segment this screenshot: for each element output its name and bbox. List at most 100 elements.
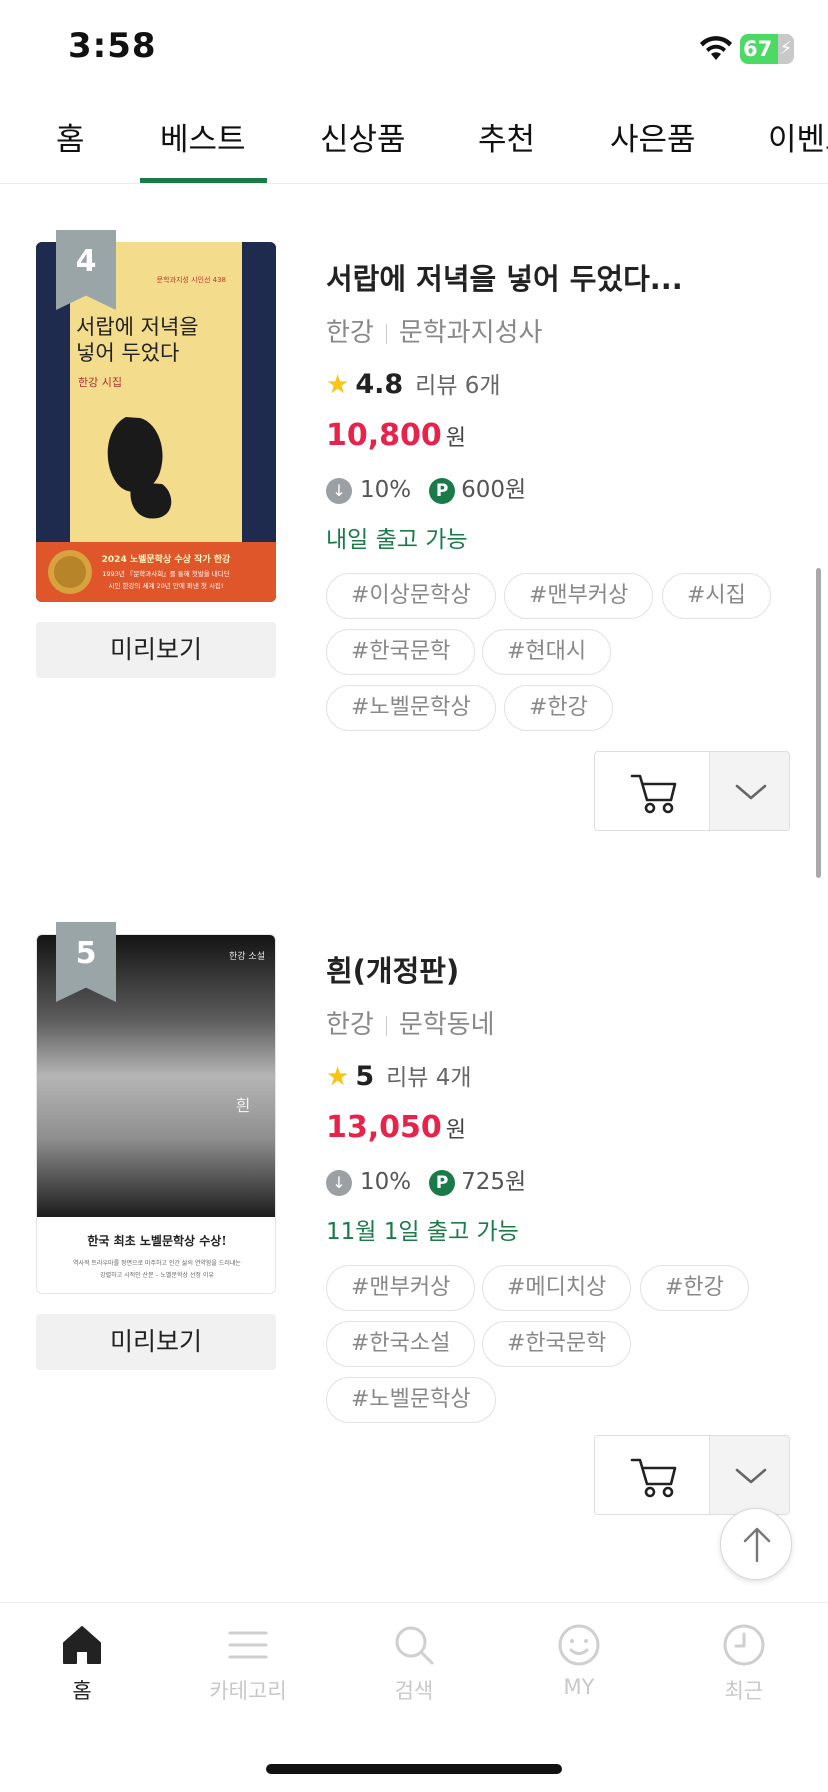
points: 725원 [461, 1169, 527, 1195]
review-count[interactable]: 리뷰 6개 [415, 373, 500, 399]
tag-chip[interactable]: #현대시 [482, 629, 612, 675]
cover-banner-line1: 1993년 『문학과사회』를 통해 첫발을 내디딘 [102, 569, 230, 578]
divider [385, 1015, 387, 1036]
rating-row: ★ 5 리뷰 4개 [326, 1058, 472, 1092]
tag-chip[interactable]: #한강 [504, 685, 613, 731]
cover-blurb-line2: 강렬하고 시적인 산문 – 노벨문학상 선정 이유 [100, 1271, 214, 1279]
cart-icon [630, 774, 677, 814]
home-icon [63, 1626, 101, 1664]
discount-rate: 10% [360, 1169, 412, 1195]
book-title[interactable]: 서랍에 저녁을 넣어 두었다... [326, 256, 683, 298]
cart-actions [594, 1435, 790, 1515]
nav-my[interactable]: MY [519, 1621, 639, 1699]
search-icon [395, 1626, 434, 1665]
delivery-info: 11월 1일 출고 가능 [326, 1219, 519, 1245]
tag-chip[interactable]: #시집 [662, 573, 771, 619]
home-indicator [266, 1764, 562, 1774]
price-row: 13,050 원 [326, 1110, 466, 1145]
cover-banner-line2: 시인 한강의 세계 20년 만에 펴낸 첫 시집! [108, 581, 223, 590]
discount-rate: 10% [360, 477, 412, 503]
review-count[interactable]: 리뷰 4개 [386, 1065, 471, 1091]
preview-button[interactable]: 미리보기 [36, 1314, 276, 1370]
points: 600원 [461, 477, 527, 503]
tab-best[interactable]: 베스트 [160, 114, 246, 159]
tab-home[interactable]: 홈 [56, 114, 85, 159]
divider [385, 323, 387, 344]
star-icon: ★ [326, 370, 350, 400]
tag-chip[interactable]: #메디치상 [482, 1265, 632, 1311]
point-icon: P [429, 477, 456, 504]
cover-blurb-line1: 역사적 트라우마를 정면으로 마주하고 인간 삶의 연약함을 드러내는 [73, 1259, 241, 1267]
nav-label: 검색 [394, 1679, 434, 1703]
tab-event[interactable]: 이벤트 [768, 114, 828, 159]
tag-chip[interactable]: #노벨문학상 [326, 1377, 496, 1423]
star-icon: ★ [326, 1062, 350, 1092]
cover-title-line2: 넣어 두었다 [76, 341, 179, 365]
cover-headline: 한국 최초 노벨문학상 수상! [87, 1233, 226, 1248]
benefit-row: ↓ 10% P 600원 [326, 470, 526, 504]
status-time: 3:58 [68, 26, 157, 66]
currency: 원 [445, 426, 467, 451]
tag-chip[interactable]: #이상문학상 [326, 573, 496, 619]
book-title[interactable]: 흰(개정판) [326, 948, 459, 990]
nav-label: 최근 [724, 1679, 764, 1703]
nav-recent[interactable]: 최근 [684, 1621, 804, 1705]
tag-chip[interactable]: #맨부커상 [326, 1265, 476, 1311]
nav-category[interactable]: 카테고리 [188, 1621, 308, 1705]
wifi-icon [700, 36, 732, 60]
cover-author: 한강 소설 [229, 951, 265, 962]
tag-chip[interactable]: #한국문학 [482, 1321, 632, 1367]
scrollbar[interactable] [816, 568, 821, 878]
battery-indicator: 67 ⚡ [740, 34, 794, 64]
add-to-cart-button[interactable] [595, 752, 709, 830]
tab-new[interactable]: 신상품 [320, 114, 406, 159]
nav-search[interactable]: 검색 [354, 1621, 474, 1705]
tag-chip[interactable]: #한강 [640, 1265, 749, 1311]
tag-chip[interactable]: #한국문학 [326, 629, 476, 675]
publisher-link[interactable]: 문학과지성사 [399, 318, 543, 348]
benefit-row: ↓ 10% P 725원 [326, 1162, 526, 1196]
clock-icon [723, 1624, 765, 1666]
nav-label: MY [563, 1675, 595, 1699]
smile-icon [558, 1624, 600, 1666]
price: 13,050 [326, 1110, 442, 1145]
tag-chip[interactable]: #노벨문학상 [326, 685, 496, 731]
cart-actions [594, 751, 790, 831]
cover-title-line1: 서랍에 저녁을 [76, 315, 199, 339]
nav-home[interactable]: 홈 [22, 1621, 142, 1705]
author-publisher: 한강 문학과지성사 [326, 312, 542, 349]
scroll-to-top-button[interactable] [720, 1508, 792, 1580]
nav-label: 홈 [72, 1679, 92, 1703]
tag-chip[interactable]: #맨부커상 [504, 573, 654, 619]
cart-icon [630, 1458, 677, 1498]
author-publisher: 한강 문학동네 [326, 1004, 495, 1041]
arrow-up-icon [743, 1527, 771, 1563]
currency: 원 [445, 1118, 467, 1143]
add-to-cart-button[interactable] [595, 1436, 709, 1514]
publisher-link[interactable]: 문학동네 [399, 1010, 495, 1040]
tab-recommend[interactable]: 추천 [478, 114, 535, 159]
preview-button[interactable]: 미리보기 [36, 622, 276, 678]
rating-row: ★ 4.8 리뷰 6개 [326, 366, 501, 400]
chevron-down-icon [735, 1468, 767, 1484]
author-link[interactable]: 한강 [326, 318, 374, 348]
active-tab-indicator [140, 178, 267, 183]
charging-bolt-icon: ⚡ [778, 34, 794, 64]
discount-icon: ↓ [326, 477, 352, 504]
top-tab-bar: 홈 베스트 신상품 추천 사은품 이벤트 [0, 100, 828, 184]
cover-series: 문학과지성 시인선 438 [157, 275, 226, 284]
chevron-down-icon [735, 784, 767, 800]
cover-author: 한강 시집 [78, 376, 122, 389]
price: 10,800 [326, 418, 442, 453]
expand-options-button[interactable] [709, 1436, 789, 1514]
expand-options-button[interactable] [709, 752, 789, 830]
status-bar: 3:58 67 ⚡ [0, 0, 828, 100]
nav-label: 카테고리 [209, 1679, 287, 1703]
battery-level: 67 [743, 37, 773, 61]
tab-gift[interactable]: 사은품 [610, 114, 696, 159]
tag-chip[interactable]: #한국소설 [326, 1321, 476, 1367]
author-link[interactable]: 한강 [326, 1010, 374, 1040]
cover-title: 흰 [236, 1096, 251, 1115]
delivery-info: 내일 출고 가능 [326, 527, 468, 553]
rating-score: 5 [355, 1061, 375, 1092]
